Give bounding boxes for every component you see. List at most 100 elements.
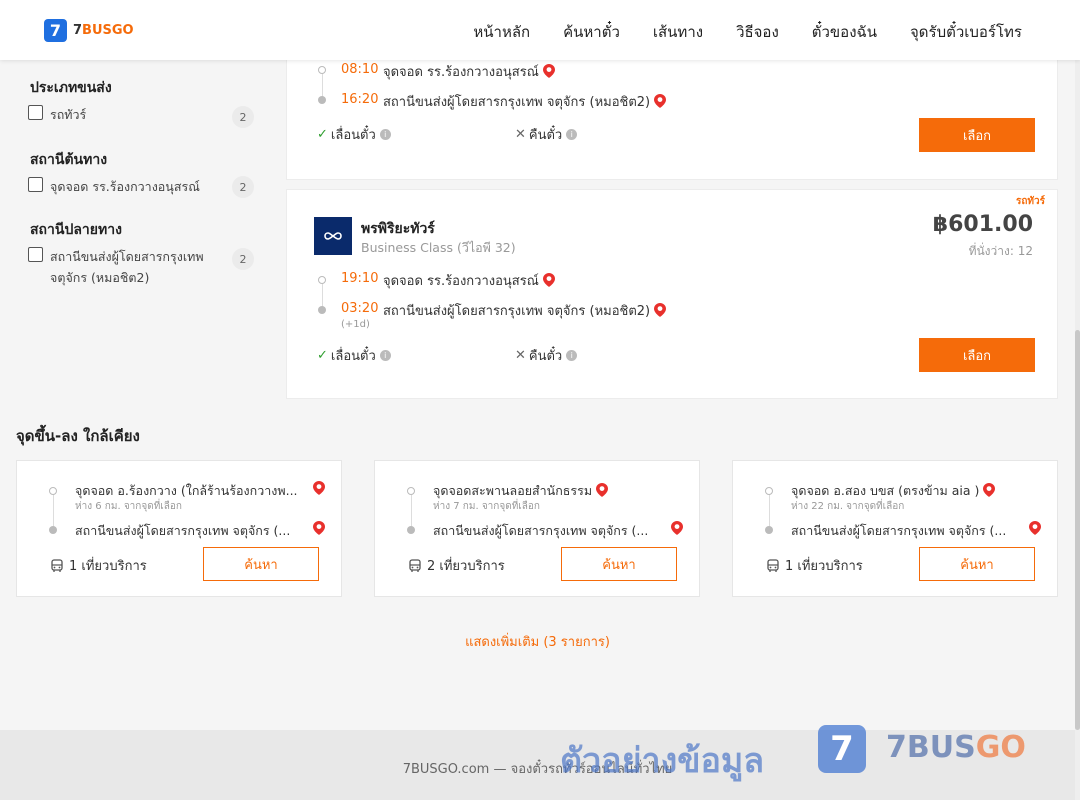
nearby-from-stop: จุดจอดสะพานลอยสำนักธรรม [433, 481, 609, 501]
map-pin-icon[interactable] [596, 483, 609, 497]
cross-icon: ✕ [515, 348, 526, 363]
departure-stop[interactable]: จุดจอด รร.ร้องกวางอนุสรณ์ [383, 61, 555, 82]
main-nav: หน้าหลัก ค้นหาตั๋ว เส้นทาง วิธีจอง ตั๋วข… [440, 20, 1022, 44]
departure-dot [318, 66, 326, 74]
arrival-dot [49, 526, 57, 534]
cross-icon: ✕ [515, 127, 526, 142]
route-line [411, 493, 412, 529]
checkbox[interactable] [28, 177, 43, 192]
info-icon[interactable]: i [379, 350, 391, 361]
change-ticket-option: ✓ เลื่อนตั๋ว i [317, 345, 391, 366]
filter-count-badge: 2 [232, 248, 254, 270]
show-more-link[interactable]: แสดงเพิ่มเติม (3 รายการ) [0, 631, 1075, 652]
arrival-dot [407, 526, 415, 534]
filter-count-badge: 2 [232, 106, 254, 128]
arrival-stop[interactable]: สถานีขนส่งผู้โดยสารกรุงเทพ จตุจักร (หมอช… [383, 91, 667, 112]
nearby-distance: ห่าง 22 กม. จากจุดที่เลือก [791, 501, 905, 512]
select-trip-button[interactable]: เลือก [919, 338, 1035, 372]
map-pin-icon[interactable] [1029, 521, 1041, 535]
route-line [53, 493, 54, 529]
departure-stop[interactable]: จุดจอด รร.ร้องกวางอนุสรณ์ [383, 270, 555, 291]
logo-text: 7BUSGO [73, 23, 134, 38]
service-count: 1 เที่ยวบริการ [766, 555, 863, 576]
filter-title-transport-type: ประเภทขนส่ง [30, 80, 112, 96]
nearby-to-stop: สถานีขนส่งผู้โดยสารกรุงเทพ จตุจักร (... [75, 523, 291, 538]
filter-option-bus[interactable]: รถทัวร์ [28, 104, 225, 125]
watermark-logo-icon: 7 [818, 725, 866, 773]
transport-type-tag: รถทัวร์ [1015, 196, 1045, 207]
next-day-indicator: (+1d) [341, 319, 370, 330]
trip-card: 08:10 จุดจอด รร.ร้องกวางอนุสรณ์ 16:20 สถ… [286, 50, 1058, 180]
map-pin-icon[interactable] [654, 94, 667, 108]
nearby-stop-card: จุดจอดสะพานลอยสำนักธรรม ห่าง 7 กม. จากจุ… [374, 460, 700, 597]
check-icon: ✓ [317, 127, 328, 142]
info-icon[interactable]: i [566, 350, 578, 361]
checkbox[interactable] [28, 247, 43, 262]
nearby-stop-card: จุดจอด อ.สอง บขส (ตรงข้าม aia ) ห่าง 22 … [732, 460, 1058, 597]
filter-option-label: สถานีขนส่งผู้โดยสารกรุงเทพ จตุจักร (หมอช… [50, 249, 204, 285]
nav-routes[interactable]: เส้นทาง [653, 20, 703, 44]
filter-option-label: จุดจอด รร.ร้องกวางอนุสรณ์ [50, 179, 200, 194]
filter-option-destination-stop[interactable]: สถานีขนส่งผู้โดยสารกรุงเทพ จตุจักร (หมอช… [28, 246, 225, 288]
seats-available: ที่นั่งว่าง: 12 [968, 244, 1033, 258]
bus-icon [51, 558, 63, 572]
arrival-time: 16:20 [341, 92, 379, 107]
operator-name: พรพิริยะทัวร์ [361, 221, 435, 237]
map-pin-icon[interactable] [542, 64, 555, 78]
nav-how-to-book[interactable]: วิธีจอง [736, 20, 779, 44]
operator-logo-icon [324, 232, 342, 240]
refund-ticket-option: ✕ คืนตั๋ว i [515, 124, 578, 145]
logo-icon: 7 [44, 19, 67, 42]
watermark-brand: 7BUSGO [886, 730, 1026, 765]
nearby-to-stop: สถานีขนส่งผู้โดยสารกรุงเทพ จตุจักร (... [433, 523, 649, 538]
filter-option-label: รถทัวร์ [50, 107, 87, 122]
departure-dot [318, 276, 326, 284]
info-icon[interactable]: i [566, 129, 578, 140]
departure-dot [765, 487, 773, 495]
nearby-from-stop: จุดจอด อ.สอง บขส (ตรงข้าม aia ) [791, 481, 996, 501]
arrival-stop[interactable]: สถานีขนส่งผู้โดยสารกรุงเทพ จตุจักร (หมอช… [383, 300, 667, 321]
nearby-distance: ห่าง 6 กม. จากจุดที่เลือก [75, 501, 182, 512]
operator-logo [314, 217, 352, 255]
search-nearby-button[interactable]: ค้นหา [203, 547, 319, 581]
refund-ticket-option: ✕ คืนตั๋ว i [515, 345, 578, 366]
site-logo[interactable]: 7 7BUSGO [44, 19, 134, 42]
arrival-time: 03:20 [341, 301, 379, 316]
filter-title-destination: สถานีปลายทาง [30, 222, 122, 238]
map-pin-icon[interactable] [313, 521, 325, 535]
nav-home[interactable]: หน้าหลัก [473, 20, 530, 44]
search-nearby-button[interactable]: ค้นหา [919, 547, 1035, 581]
change-ticket-option: ✓ เลื่อนตั๋ว i [317, 124, 391, 145]
nearby-to-stop: สถานีขนส่งผู้โดยสารกรุงเทพ จตุจักร (... [791, 523, 1007, 538]
service-count: 1 เที่ยวบริการ [50, 555, 147, 576]
nearby-from-stop: จุดจอด อ.ร้องกวาง (ใกล้ร้านร้องกวางพ... [75, 483, 298, 498]
departure-dot [49, 487, 57, 495]
check-icon: ✓ [317, 348, 328, 363]
ticket-price: ฿601.00 [932, 212, 1033, 237]
select-trip-button[interactable]: เลือก [919, 118, 1035, 152]
info-icon[interactable]: i [379, 129, 391, 140]
arrival-dot [765, 526, 773, 534]
departure-time: 08:10 [341, 62, 379, 77]
bus-icon [767, 558, 779, 572]
nav-search-tickets[interactable]: ค้นหาตั๋ว [563, 20, 620, 44]
checkbox[interactable] [28, 105, 43, 120]
nearby-stop-card: จุดจอด อ.ร้องกวาง (ใกล้ร้านร้องกวางพ... … [16, 460, 342, 597]
scrollbar-thumb[interactable] [1075, 330, 1080, 730]
route-line [769, 493, 770, 529]
bus-icon [409, 558, 421, 572]
map-pin-icon[interactable] [542, 273, 555, 287]
filter-count-badge: 2 [232, 176, 254, 198]
map-pin-icon[interactable] [313, 481, 325, 495]
arrival-dot [318, 96, 326, 104]
filter-option-origin-stop[interactable]: จุดจอด รร.ร้องกวางอนุสรณ์ [28, 176, 225, 197]
trip-card: รถทัวร์ พรพิริยะทัวร์ Business Class (วี… [286, 189, 1058, 399]
arrival-dot [318, 306, 326, 314]
map-pin-icon[interactable] [654, 303, 667, 317]
watermark-text: ตัวอย่างข้อมูล [560, 741, 765, 781]
map-pin-icon[interactable] [983, 483, 996, 497]
nav-my-tickets[interactable]: ตั๋วของฉัน [812, 20, 877, 44]
search-nearby-button[interactable]: ค้นหา [561, 547, 677, 581]
nav-ticket-pickup[interactable]: จุดรับตั๋วเบอร์โทร [910, 20, 1022, 44]
map-pin-icon[interactable] [671, 521, 683, 535]
